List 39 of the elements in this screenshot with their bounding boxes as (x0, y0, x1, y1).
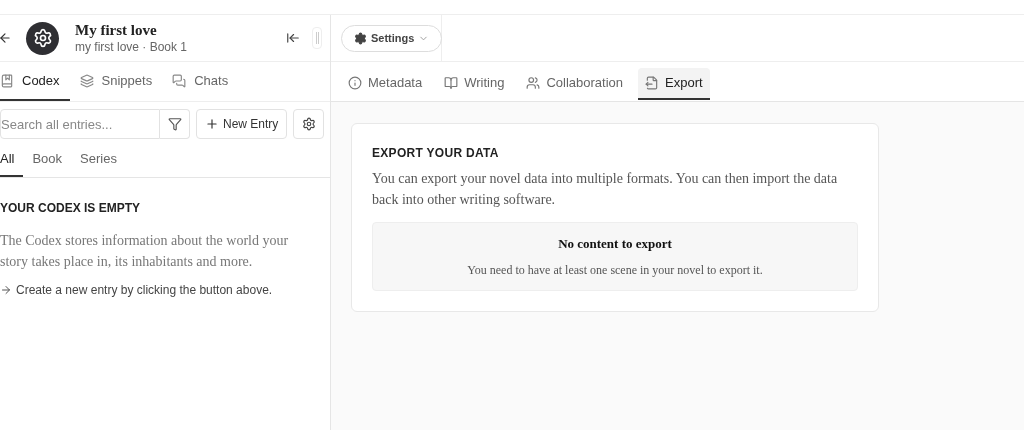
filter-tab[interactable]: Book (23, 142, 72, 177)
book-icon (0, 73, 14, 88)
notice-text: You need to have at least one scene in your novel to export it. (467, 261, 763, 279)
main-tab[interactable]: Writing (437, 68, 512, 100)
filter-icon (167, 117, 182, 131)
main-tab[interactable]: Export (638, 68, 710, 100)
search-field[interactable]: Search all entries... (0, 109, 160, 139)
plus-icon (205, 117, 219, 131)
project-subtitle: my first love · Book 1 (75, 39, 189, 55)
main-tab[interactable]: Collaboration (519, 68, 631, 100)
filter-tab[interactable]: Series (71, 142, 126, 177)
export-heading: EXPORT YOUR DATA (372, 145, 500, 162)
empty-hint: Create a new entry by clicking the button above. (16, 282, 273, 299)
people-icon (526, 76, 541, 90)
chat-bubbles-icon (172, 73, 187, 88)
sidebar-tab[interactable]: Chats (162, 62, 239, 101)
settings-button[interactable] (293, 109, 324, 139)
sidebar-tab[interactable]: Codex (0, 62, 70, 101)
stacked-cards-icon (79, 73, 94, 88)
filter-tab[interactable]: All (0, 142, 24, 177)
gear-icon (354, 31, 367, 45)
main-tab[interactable]: Metadata (341, 68, 430, 100)
empty-heading: YOUR CODEX IS EMPTY (0, 200, 142, 217)
empty-description: The Codex stores information about the world your story takes place in, its inhabitants and more. (0, 232, 290, 271)
sidebar-tab[interactable]: Snippets (69, 62, 163, 101)
new-entry-button[interactable]: New Entry (196, 109, 288, 139)
export-description: You can export your novel data into multiple formats. You can then import the data back into other writing software. (372, 170, 839, 209)
back-arrow-icon (0, 31, 12, 45)
arrow-right-icon (0, 284, 12, 296)
info-icon (348, 76, 362, 90)
project-title: My first love (75, 21, 158, 40)
notice-title: No content to export (558, 235, 672, 253)
file-arrow-icon (645, 76, 660, 90)
collapse-icon (286, 31, 300, 45)
settings-icon (301, 117, 316, 131)
filter-button[interactable] (160, 109, 190, 139)
resize-handle[interactable] (312, 27, 322, 49)
open-book-icon (444, 76, 459, 90)
gear-icon (32, 28, 53, 48)
